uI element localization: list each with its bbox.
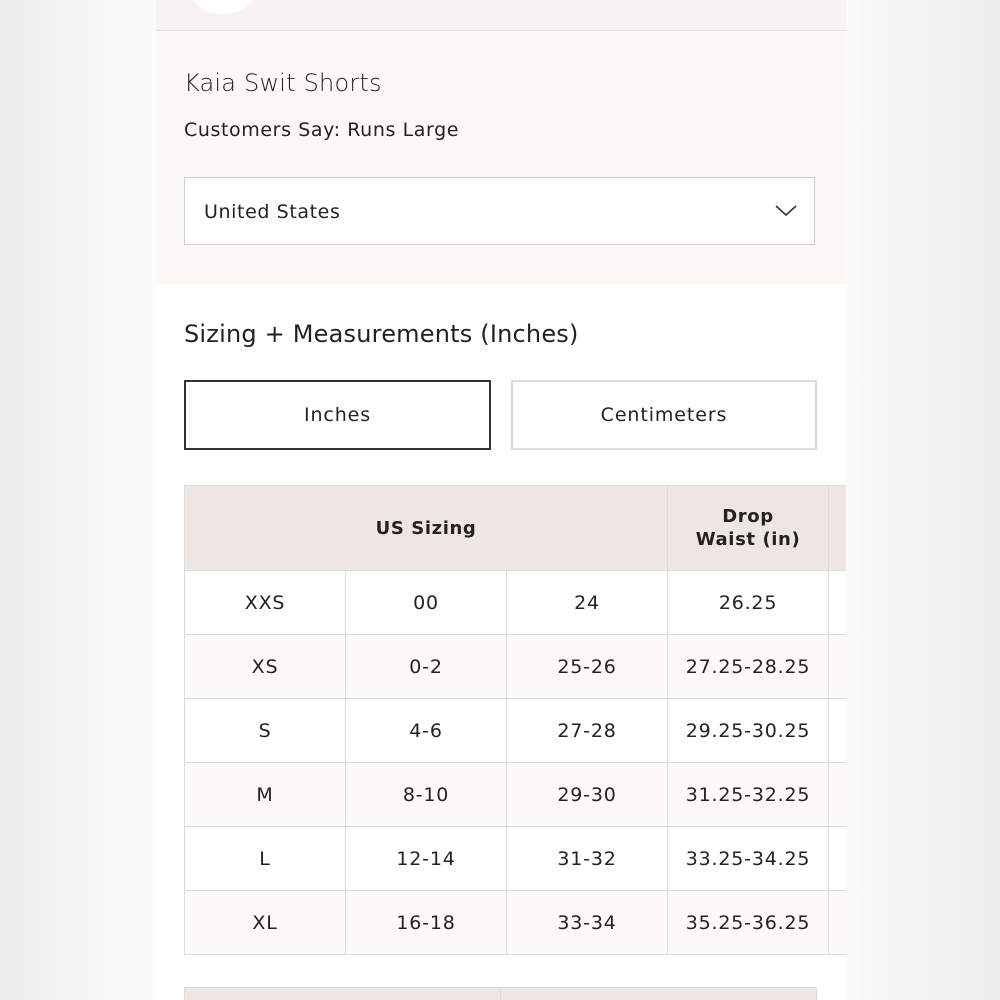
drop-waist-cell: 27.25-28.25 (667, 634, 830, 699)
country-select-value: United States (204, 201, 341, 223)
overflow-cell (828, 890, 846, 955)
size-cell: XL (184, 890, 346, 955)
size-table-header-row: US Sizing Drop Waist (in) (183, 485, 846, 571)
inches-toggle-label: Inches (303, 404, 372, 426)
jeans-size-cell: 25-26 (505, 634, 669, 699)
size-cell: XXS (184, 570, 346, 635)
size-cell: S (184, 698, 346, 763)
measurements-heading: Sizing + Measurements (Inches) (184, 320, 579, 348)
numeric-size-cell: 16-18 (345, 890, 507, 955)
jeans-size-cell: 31-32 (505, 826, 669, 891)
fit-note: Customers Say: Runs Large (184, 119, 460, 141)
size-table: US Sizing Drop Waist (in) XXS 00 24 26.2… (183, 485, 846, 955)
close-button[interactable] (192, 0, 254, 14)
drop-waist-header-line2: Waist (in) (695, 529, 801, 550)
next-table-divider (500, 987, 501, 1000)
numeric-size-cell: 4-6 (345, 698, 507, 763)
drop-waist-cell: 33.25-34.25 (667, 826, 830, 891)
table-row: S 4-6 27-28 29.25-30.25 (184, 698, 846, 763)
overflow-cell (828, 634, 846, 699)
product-title: Kaia Swit Shorts (184, 69, 382, 97)
top-bar (156, 0, 846, 31)
chevron-down-icon (775, 205, 797, 217)
centimeters-toggle-label: Centimeters (600, 404, 728, 426)
country-select[interactable]: United States (184, 177, 815, 245)
overflow-cell (828, 698, 846, 763)
drop-waist-cell: 26.25 (667, 570, 830, 635)
jeans-size-cell: 33-34 (505, 890, 669, 955)
centimeters-toggle-button[interactable]: Centimeters (511, 380, 817, 450)
size-cell: XS (184, 634, 346, 699)
jeans-size-cell: 24 (505, 570, 669, 635)
numeric-size-cell: 8-10 (345, 762, 507, 827)
us-sizing-header: US Sizing (183, 485, 669, 571)
numeric-size-cell: 00 (345, 570, 507, 635)
inches-toggle-button[interactable]: Inches (184, 380, 491, 450)
measurements-section: Sizing + Measurements (Inches) Inches Ce… (156, 284, 846, 1000)
size-cell: L (184, 826, 346, 891)
table-row: L 12-14 31-32 33.25-34.25 (184, 826, 846, 891)
drop-waist-cell: 35.25-36.25 (667, 890, 830, 955)
product-section: Kaia Swit Shorts Customers Say: Runs Lar… (156, 31, 846, 283)
size-guide-panel: Kaia Swit Shorts Customers Say: Runs Lar… (156, 0, 846, 1000)
overflow-cell (828, 762, 846, 827)
overflow-cell (828, 826, 846, 891)
overflow-cell (828, 570, 846, 635)
numeric-size-cell: 0-2 (345, 634, 507, 699)
table-row: M 8-10 29-30 31.25-32.25 (184, 762, 846, 827)
drop-waist-cell: 31.25-32.25 (667, 762, 830, 827)
table-row: XS 0-2 25-26 27.25-28.25 (184, 634, 846, 699)
jeans-size-cell: 29-30 (505, 762, 669, 827)
size-cell: M (184, 762, 346, 827)
next-column-header (828, 485, 846, 571)
table-row: XXS 00 24 26.25 (184, 570, 846, 635)
table-row: XL 16-18 33-34 35.25-36.25 (184, 890, 846, 955)
drop-waist-header-line1: Drop (722, 506, 774, 527)
drop-waist-cell: 29.25-30.25 (667, 698, 830, 763)
numeric-size-cell: 12-14 (345, 826, 507, 891)
jeans-size-cell: 27-28 (505, 698, 669, 763)
drop-waist-header: Drop Waist (in) (667, 485, 830, 571)
